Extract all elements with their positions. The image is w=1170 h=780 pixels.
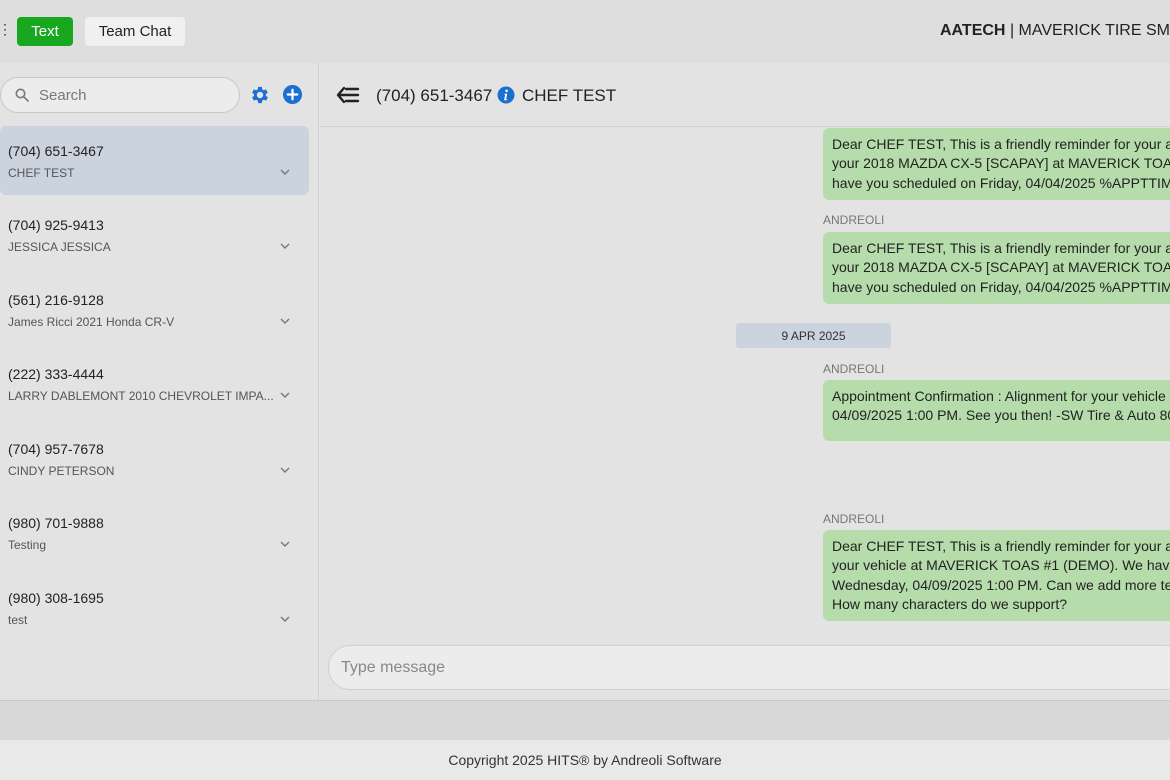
search-box[interactable] xyxy=(0,77,240,113)
gear-icon[interactable] xyxy=(249,84,271,106)
message-bubble: Dear CHEF TEST, This is a friendly remin… xyxy=(823,128,1170,200)
message-line: How many characters do we support? xyxy=(832,595,1067,612)
brand-rest: MAVERICK TIRE SMS xyxy=(1018,22,1170,39)
chevron-down-icon[interactable] xyxy=(279,464,291,476)
contact-name: Testing xyxy=(8,538,47,552)
message-line: your vehicle at MAVERICK TOAS #1 (DEMO).… xyxy=(832,557,1170,574)
message-line: Wednesday, 04/09/2025 1:00 PM. Can we ad… xyxy=(832,576,1170,593)
contact-name: CHEF TEST xyxy=(8,166,75,180)
contact-phone: (561) 216-9128 xyxy=(8,292,104,308)
message-line: have you scheduled on Friday, 04/04/2025… xyxy=(832,278,1170,295)
tab-text[interactable]: Text xyxy=(17,17,73,46)
contact-name: JESSICA JESSICA xyxy=(8,240,111,254)
chevron-down-icon[interactable] xyxy=(279,613,291,625)
contact-phone: (222) 333-4444 xyxy=(8,366,104,382)
contact-phone: (704) 651-3467 xyxy=(8,143,104,159)
brand-separator: | xyxy=(1009,22,1015,39)
message-line: have you scheduled on Friday, 04/04/2025… xyxy=(832,174,1170,191)
message-bubble: Dear CHEF TEST, This is a friendly remin… xyxy=(823,232,1170,304)
contact-item[interactable]: (561) 216-9128 James Ricci 2021 Honda CR… xyxy=(0,275,309,344)
message-line: Dear CHEF TEST, This is a friendly remin… xyxy=(832,136,1170,152)
contact-item[interactable]: (222) 333-4444 LARRY DABLEMONT 2010 CHEV… xyxy=(0,349,309,418)
date-divider: 9 APR 2025 xyxy=(736,323,891,348)
chevron-down-icon[interactable] xyxy=(279,315,291,327)
back-arrow-icon[interactable] xyxy=(336,85,360,105)
brand-bold: AATECH xyxy=(940,22,1006,39)
menu-icon[interactable]: ⋮ xyxy=(0,22,12,36)
search-icon xyxy=(15,88,29,102)
top-bar: ⋮ Text Team Chat AATECH | MAVERICK TIRE … xyxy=(0,0,1170,63)
tab-team-chat[interactable]: Team Chat xyxy=(85,17,185,46)
message-line: your 2018 MAZDA CX-5 [SCAPAY] at MAVERIC… xyxy=(832,155,1170,172)
contact-item[interactable]: (704) 925-9413 JESSICA JESSICA xyxy=(0,200,309,269)
message-sender: ANDREOLI xyxy=(823,213,885,227)
conversation-sidebar: (704) 651-3467 CHEF TEST (704) 925-9413 … xyxy=(0,63,319,700)
message-line: Appointment Confirmation : Alignment for… xyxy=(832,388,1170,404)
contact-name: test xyxy=(8,613,28,627)
contact-phone: (704) 925-9413 xyxy=(8,217,104,233)
contact-phone: (704) 957-7678 xyxy=(8,441,104,457)
chevron-down-icon[interactable] xyxy=(279,389,291,401)
contact-item[interactable]: (980) 701-9888 Testing xyxy=(0,498,309,567)
contact-item[interactable]: (704) 651-3467 CHEF TEST xyxy=(0,126,309,195)
contact-name: James Ricci 2021 Honda CR-V xyxy=(8,315,175,329)
contact-phone: (980) 701-9888 xyxy=(8,515,104,531)
message-sender: ANDREOLI xyxy=(823,362,885,376)
chevron-down-icon[interactable] xyxy=(279,166,291,178)
chevron-down-icon[interactable] xyxy=(279,240,291,252)
chat-header-name: CHEF TEST xyxy=(522,86,617,105)
info-icon[interactable] xyxy=(497,86,515,104)
contact-name: CINDY PETERSON xyxy=(8,464,115,478)
message-input[interactable] xyxy=(341,658,1121,677)
chat-panel: (704) 651-3467 CHEF TEST Dear CHEF TEST,… xyxy=(320,63,1170,700)
search-input[interactable] xyxy=(39,86,219,104)
contact-name: LARRY DABLEMONT 2010 CHEVROLET IMPA... xyxy=(8,389,274,403)
copyright-text: Copyright 2025 HITS® by Andreoli Softwar… xyxy=(448,752,722,768)
chat-header: (704) 651-3467 CHEF TEST xyxy=(320,63,1170,127)
footer: Copyright 2025 HITS® by Andreoli Softwar… xyxy=(0,740,1170,780)
chat-header-phone: (704) 651-3467 xyxy=(376,86,493,105)
message-bubble: Appointment Confirmation : Alignment for… xyxy=(823,380,1170,441)
contact-phone: (980) 308-1695 xyxy=(8,590,104,606)
message-line: Dear CHEF TEST, This is a friendly remin… xyxy=(832,538,1170,554)
message-line: 04/09/2025 1:00 PM. See you then! -SW Ti… xyxy=(832,407,1170,424)
message-composer[interactable] xyxy=(328,645,1170,690)
message-line: your 2018 MAZDA CX-5 [SCAPAY] at MAVERIC… xyxy=(832,259,1170,276)
brand-title: AATECH | MAVERICK TIRE SMS xyxy=(940,22,1170,40)
chevron-down-icon[interactable] xyxy=(279,538,291,550)
add-conversation-icon[interactable] xyxy=(282,84,303,105)
contact-item[interactable]: (704) 957-7678 CINDY PETERSON xyxy=(0,424,309,493)
message-sender: ANDREOLI xyxy=(823,512,885,526)
message-bubble: Dear CHEF TEST, This is a friendly remin… xyxy=(823,530,1170,622)
footer-band xyxy=(0,700,1170,740)
contact-item[interactable]: (980) 308-1695 test xyxy=(0,573,309,642)
message-line: Dear CHEF TEST, This is a friendly remin… xyxy=(832,240,1170,256)
